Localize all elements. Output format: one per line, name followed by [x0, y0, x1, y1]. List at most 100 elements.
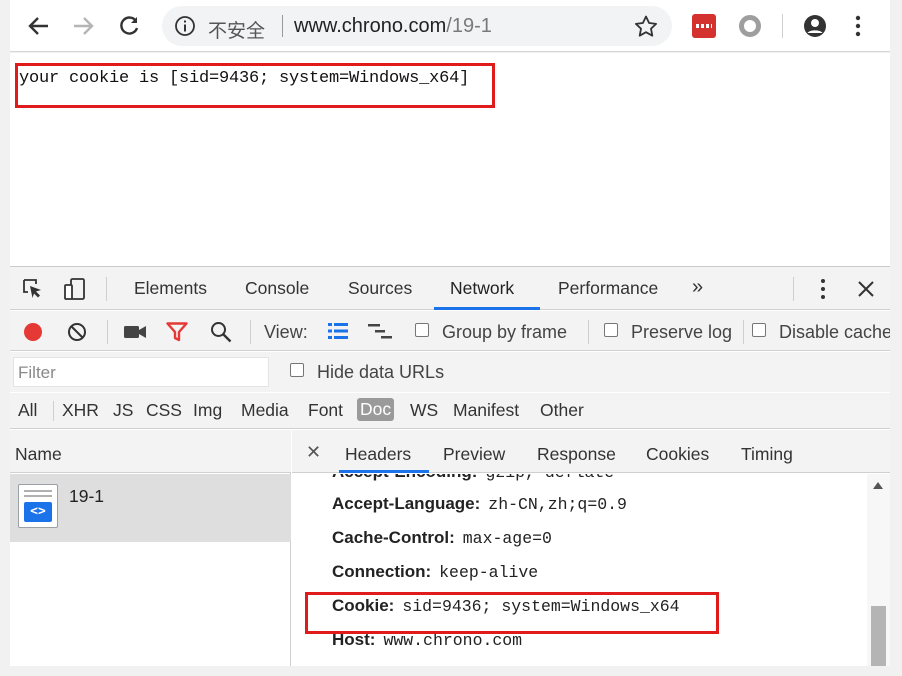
header-value: gzip, deflate [485, 474, 614, 482]
highlight-box-cookie-header [305, 592, 719, 634]
tab-divider [106, 277, 107, 301]
inspect-element-icon[interactable] [22, 278, 44, 300]
group-by-frame-checkbox[interactable] [415, 323, 429, 337]
tab-network[interactable]: Network [450, 278, 514, 299]
active-tab-indicator [434, 307, 540, 310]
filter-funnel-icon[interactable] [166, 322, 188, 342]
type-js[interactable]: JS [113, 400, 133, 421]
devtools-menu-icon[interactable] [816, 277, 830, 301]
view-label: View: [264, 322, 308, 342]
bookmark-star-icon[interactable] [634, 15, 658, 37]
search-icon[interactable] [210, 321, 232, 343]
url-path: /19-1 [446, 15, 492, 37]
tab-sources[interactable]: Sources [348, 278, 412, 299]
header-line: Accept-Language: zh-CN,zh;q=0.9 [332, 494, 627, 514]
type-xhr[interactable]: XHR [62, 400, 99, 421]
tab-cookies[interactable]: Cookies [646, 444, 709, 465]
active-detail-tab-indicator [339, 470, 429, 473]
header-line: Cache-Control: max-age=0 [332, 528, 552, 548]
type-media[interactable]: Media [241, 400, 289, 421]
toolbar-divider [743, 320, 744, 344]
back-button[interactable] [22, 8, 56, 44]
browser-toolbar: 不安全 www.chrono.com/19-1 [10, 0, 890, 52]
clear-icon[interactable] [67, 322, 87, 342]
filter-bar: Filter Hide data URLs [10, 352, 890, 392]
more-tabs-button[interactable]: » [692, 276, 703, 299]
extension-red-icon[interactable] [692, 14, 716, 38]
record-icon[interactable] [22, 321, 44, 343]
disable-cache-label[interactable]: Disable cache [779, 322, 890, 343]
filter-input[interactable]: Filter [13, 357, 269, 387]
code-brackets-icon: <> [24, 502, 52, 522]
type-font[interactable]: Font [308, 400, 343, 421]
document-file-icon: <> [18, 484, 58, 528]
preserve-log-label[interactable]: Preserve log [631, 322, 732, 343]
header-value: keep-alive [439, 563, 539, 582]
tab-console[interactable]: Console [245, 278, 309, 299]
disable-cache-checkbox[interactable] [752, 323, 766, 337]
security-label[interactable]: 不安全 [208, 16, 265, 43]
scroll-up-arrow-icon[interactable] [873, 482, 883, 489]
hide-data-urls-label[interactable]: Hide data URLs [317, 362, 444, 383]
toolbar-divider [782, 14, 783, 38]
profile-avatar-icon[interactable] [803, 14, 827, 38]
request-name: 19-1 [69, 486, 105, 506]
name-header-label: Name [15, 444, 62, 464]
header-value: max-age=0 [462, 529, 552, 548]
close-detail-icon[interactable]: ✕ [306, 442, 321, 463]
request-headers-list: Accept-Encoding: gzip, deflate Accept-Lan… [292, 474, 867, 666]
headers-scrollbar[interactable] [867, 474, 890, 666]
reload-button[interactable] [112, 8, 146, 44]
request-row[interactable]: <> 19-1 [10, 474, 291, 542]
header-key: Cache-Control: [332, 528, 455, 547]
tab-headers[interactable]: Headers [345, 444, 411, 465]
network-toolbar: View: Group by frame Preserve log Disabl… [10, 311, 890, 351]
kebab-menu-icon[interactable] [850, 14, 866, 38]
request-list: Name <> 19-1 [10, 430, 291, 666]
address-bar[interactable]: 不安全 www.chrono.com/19-1 [162, 6, 672, 46]
waterfall-view-icon[interactable] [367, 323, 393, 341]
highlight-box-page [15, 63, 495, 108]
tab-elements[interactable]: Elements [134, 278, 207, 299]
tab-performance[interactable]: Performance [558, 278, 658, 299]
type-doc[interactable]: Doc [357, 398, 395, 421]
devtools-tab-bar: Elements Console Sources Network Perform… [10, 267, 890, 310]
preserve-log-checkbox[interactable] [604, 323, 618, 337]
resource-type-filter: All XHR JS CSS Img Media Font Doc WS Man… [10, 393, 890, 429]
info-icon[interactable] [174, 15, 196, 37]
hide-data-urls-checkbox[interactable] [290, 363, 304, 377]
scrollbar-thumb[interactable] [871, 606, 886, 666]
header-key: Accept-Encoding: [332, 474, 477, 481]
url-text[interactable]: www.chrono.com/19-1 [294, 15, 492, 38]
type-divider [53, 401, 54, 421]
large-rows-view-icon[interactable] [327, 322, 349, 340]
type-img[interactable]: Img [193, 400, 222, 421]
type-ws[interactable]: WS [410, 400, 438, 421]
tab-timing[interactable]: Timing [741, 444, 793, 465]
toolbar-divider [107, 320, 108, 344]
header-key: Accept-Language: [332, 494, 481, 513]
name-column-header[interactable]: Name [10, 430, 291, 473]
forward-arrow-icon [74, 17, 94, 35]
header-value: zh-CN,zh;q=0.9 [488, 495, 627, 514]
type-all[interactable]: All [18, 400, 37, 421]
header-key: Connection: [332, 562, 432, 581]
forward-button[interactable] [66, 8, 100, 44]
type-manifest[interactable]: Manifest [453, 400, 519, 421]
url-host: www.chrono.com [294, 15, 447, 37]
group-by-frame-label[interactable]: Group by frame [442, 322, 567, 343]
screenshot-camera-icon[interactable] [123, 324, 147, 340]
extension-ring-icon[interactable] [739, 15, 761, 37]
tab-divider [793, 277, 794, 301]
tab-response[interactable]: Response [537, 444, 616, 465]
detail-tab-bar: ✕ Headers Preview Response Cookies Timin… [292, 430, 890, 473]
close-devtools-icon[interactable] [857, 280, 875, 298]
type-css[interactable]: CSS [146, 400, 182, 421]
back-arrow-icon [28, 17, 48, 35]
tab-preview[interactable]: Preview [443, 444, 505, 465]
address-divider [282, 15, 283, 37]
device-toolbar-icon[interactable] [63, 277, 87, 301]
reload-icon [120, 16, 139, 35]
type-other[interactable]: Other [540, 400, 584, 421]
toolbar-divider [588, 320, 589, 344]
